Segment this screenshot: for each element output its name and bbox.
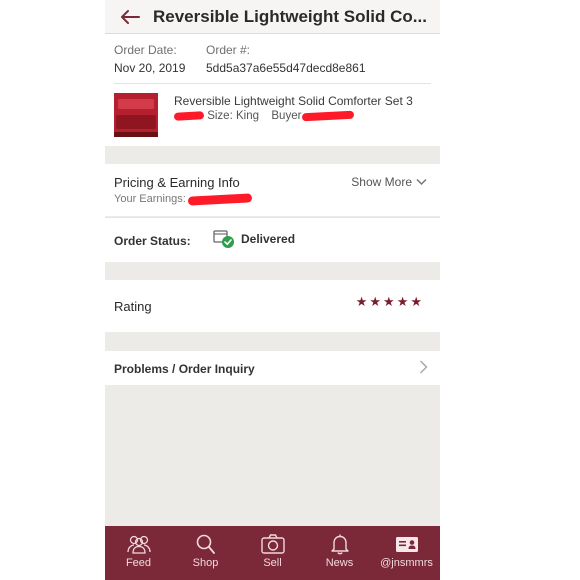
order-number: Order #: 5dd5a37a6e55d47decd8e861 <box>206 42 366 76</box>
redaction-mark <box>173 111 205 121</box>
back-arrow-icon <box>121 9 140 24</box>
chevron-right-icon <box>419 360 428 374</box>
rating-section: Rating ★ ★ ★ ★ ★ <box>105 280 440 332</box>
rating-stars: ★ ★ ★ ★ ★ <box>356 295 422 308</box>
tab-sell[interactable]: Sell <box>239 526 306 580</box>
item-thumbnail[interactable] <box>114 93 158 137</box>
problems-order-inquiry-row[interactable]: Problems / Order Inquiry <box>105 351 440 385</box>
tab-label: @jnsmmrs <box>380 557 433 569</box>
app-screen: Reversible Lightweight Solid Co... Order… <box>105 0 440 580</box>
order-date: Order Date: Nov 20, 2019 <box>114 42 185 76</box>
earnings-label: Your Earnings: <box>114 193 186 205</box>
order-number-label: Order #: <box>206 43 251 57</box>
order-date-value: Nov 20, 2019 <box>114 61 186 75</box>
item-details: Size: King Buyer <box>173 110 355 122</box>
order-summary-card: Order Date: Nov 20, 2019 Order #: 5dd5a3… <box>105 34 440 146</box>
star-icon: ★ <box>396 294 409 309</box>
show-more-button[interactable]: Show More <box>351 175 427 189</box>
bottom-tab-bar: Feed Shop Sell News @jnsmmrs <box>105 526 440 580</box>
tab-news[interactable]: News <box>306 526 373 580</box>
package-delivered-icon <box>213 230 234 248</box>
bell-icon <box>330 534 349 555</box>
problems-label: Problems / Order Inquiry <box>114 362 255 376</box>
tab-profile[interactable]: @jnsmmrs <box>373 526 440 580</box>
order-status-label: Order Status: <box>114 234 191 248</box>
item-title[interactable]: Reversible Lightweight Solid Comforter S… <box>174 94 413 108</box>
page-title: Reversible Lightweight Solid Co... <box>153 6 427 26</box>
order-status-value: Delivered <box>241 232 296 246</box>
star-icon: ★ <box>410 294 422 309</box>
camera-icon <box>260 534 285 554</box>
star-icon: ★ <box>355 294 368 309</box>
tab-feed[interactable]: Feed <box>105 526 172 580</box>
pricing-title: Pricing & Earning Info <box>114 175 240 190</box>
star-icon: ★ <box>369 294 382 309</box>
divider <box>114 83 431 84</box>
tab-label: Feed <box>125 557 152 569</box>
item-buyer-label: Buyer <box>271 110 302 122</box>
redaction-mark <box>187 192 252 206</box>
item-size: Size: King <box>207 110 259 122</box>
tab-shop[interactable]: Shop <box>172 526 239 580</box>
chevron-down-icon <box>416 178 427 186</box>
show-more-label: Show More <box>351 175 412 189</box>
back-button[interactable] <box>115 2 145 32</box>
header-bar: Reversible Lightweight Solid Co... <box>105 0 440 34</box>
order-number-value: 5dd5a37a6e55d47decd8e861 <box>206 61 366 75</box>
star-icon: ★ <box>383 294 395 309</box>
profile-card-icon <box>395 537 418 552</box>
tab-label: Sell <box>263 557 282 569</box>
tab-label: Shop <box>192 557 219 569</box>
pricing-earning-section[interactable]: Pricing & Earning Info Your Earnings: Sh… <box>105 164 440 216</box>
order-date-label: Order Date: <box>114 43 177 57</box>
tab-label: News <box>325 557 354 569</box>
search-icon <box>196 534 215 554</box>
redaction-mark <box>302 110 355 122</box>
earnings-line: Your Earnings: <box>114 192 252 206</box>
rating-label: Rating <box>114 299 152 314</box>
order-status-row: Order Status: Delivered <box>105 217 440 262</box>
people-icon <box>126 535 151 554</box>
